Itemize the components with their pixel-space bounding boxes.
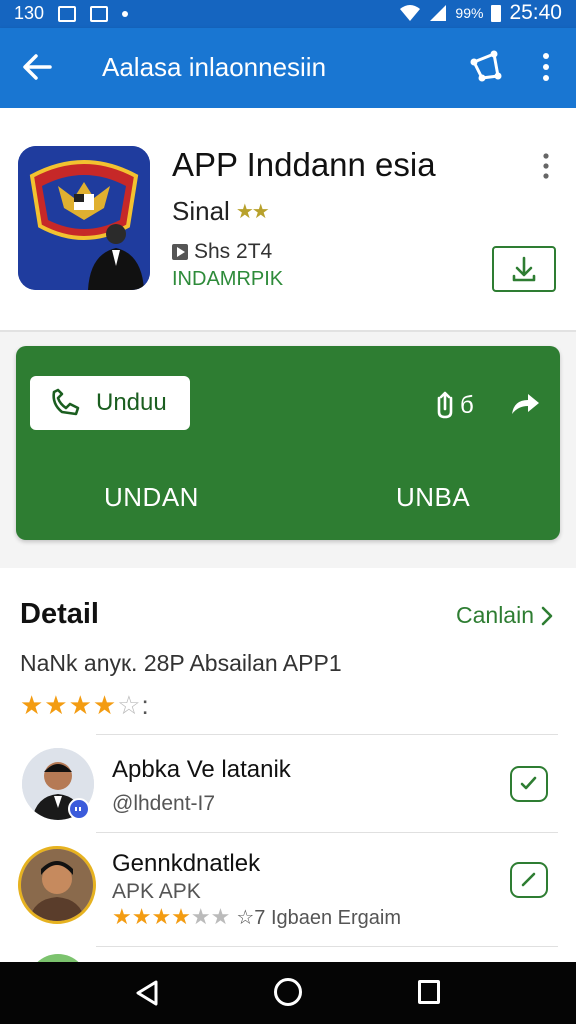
unduh-button[interactable]: Unduu bbox=[30, 376, 190, 430]
upload-count: б bbox=[460, 392, 474, 419]
rating-stars: ★★ bbox=[235, 201, 270, 223]
nav-recents-icon[interactable] bbox=[418, 980, 440, 1004]
nav-back-icon[interactable] bbox=[132, 978, 162, 1008]
chevron-right-icon bbox=[541, 606, 553, 625]
app-bar: Aalasa inlaonnesiin bbox=[0, 28, 576, 108]
status-bar: 130 99% 25:40 bbox=[0, 0, 576, 28]
wifi-icon bbox=[400, 5, 421, 21]
app-size-text: Shs 2T4 bbox=[194, 240, 273, 263]
item-stars-empty: ★★ bbox=[190, 904, 231, 929]
detail-description: NaNk anyк. 28P Absailan APP1 bbox=[20, 650, 342, 676]
check-button[interactable] bbox=[510, 766, 548, 802]
app-name: APP Inddann esia bbox=[172, 146, 436, 183]
rating-stars-filled: ★★★★ bbox=[20, 690, 118, 720]
verified-badge-icon bbox=[68, 798, 90, 820]
page-title: Aalasa inlaonnesiin bbox=[102, 52, 327, 82]
divider bbox=[96, 734, 558, 735]
emblem-icon bbox=[18, 146, 150, 290]
item-name: Apbka Ve latanik bbox=[112, 756, 291, 783]
divider bbox=[96, 946, 558, 947]
list-item[interactable]: Gennkdnatlek APK APK ★★★★★★ ☆7 Igbaen Er… bbox=[0, 838, 576, 936]
item-rating-text: ☆7 Igbaen Ergaim bbox=[236, 906, 402, 929]
status-text: 130 bbox=[14, 3, 45, 23]
action-panel: Unduu б UNDAN UNBA bbox=[16, 346, 560, 540]
undan-button[interactable]: UNDAN bbox=[104, 482, 199, 513]
rating-stars-empty: ☆ bbox=[117, 690, 142, 720]
item-handle: @lhdent-I7 bbox=[112, 792, 216, 815]
gallery-icon bbox=[58, 5, 77, 22]
battery-percent: 99% bbox=[455, 5, 484, 21]
download-button[interactable] bbox=[492, 246, 556, 292]
play-store-icon bbox=[172, 244, 188, 260]
app-subtitle-text: Sinal bbox=[172, 196, 230, 226]
system-nav-bar bbox=[0, 962, 576, 1024]
item-stars-filled: ★★★★ bbox=[112, 904, 191, 929]
more-vert-icon[interactable] bbox=[534, 50, 558, 84]
app-icon[interactable] bbox=[18, 146, 150, 290]
upload-icon[interactable] bbox=[430, 390, 460, 420]
share-icon[interactable] bbox=[468, 50, 502, 84]
detail-rating: ★★★★☆: bbox=[20, 690, 150, 721]
battery-icon bbox=[491, 4, 502, 22]
unduh-label: Unduu bbox=[96, 389, 167, 416]
forward-share-icon[interactable] bbox=[508, 388, 542, 418]
item-name: Gennkdnatlek bbox=[112, 850, 261, 877]
rating-suffix: : bbox=[141, 690, 150, 720]
item-rating: ★★★★★★ ☆7 Igbaen Ergaim bbox=[112, 904, 401, 930]
signal-icon bbox=[430, 5, 447, 21]
divider bbox=[96, 832, 558, 833]
clock: 25:40 bbox=[509, 1, 562, 24]
more-vert-icon[interactable] bbox=[540, 152, 552, 180]
app-subtitle: Sinal ★★ bbox=[172, 196, 270, 227]
section-title: Detail bbox=[20, 598, 99, 630]
check-icon bbox=[520, 776, 537, 790]
see-more-link[interactable]: Canlain bbox=[456, 602, 554, 629]
list-item[interactable]: Apbka Ve latanik @lhdent-I7 bbox=[0, 740, 576, 838]
app-size: Shs 2T4 bbox=[172, 240, 272, 264]
item-subtitle: APK APK bbox=[112, 880, 201, 903]
avatar bbox=[18, 846, 96, 924]
notification-icon bbox=[90, 5, 109, 22]
app-header-card: APP Inddann esia Sinal ★★ Shs 2T4 INDAMR… bbox=[0, 108, 576, 332]
dot-icon bbox=[122, 10, 129, 17]
nav-home-icon[interactable] bbox=[274, 978, 302, 1006]
unba-button[interactable]: UNBA bbox=[396, 482, 470, 513]
person-icon bbox=[21, 849, 93, 921]
phone-icon bbox=[52, 388, 80, 416]
developer-name[interactable]: INDAMRPIK bbox=[172, 268, 283, 291]
download-icon bbox=[512, 256, 536, 282]
edit-button[interactable] bbox=[510, 862, 548, 898]
detail-section: Detail Canlain NaNk anyк. 28P Absailan A… bbox=[0, 568, 576, 984]
see-more-label: Canlain bbox=[456, 602, 534, 628]
edit-icon bbox=[521, 872, 536, 887]
back-arrow-icon[interactable] bbox=[20, 50, 54, 84]
